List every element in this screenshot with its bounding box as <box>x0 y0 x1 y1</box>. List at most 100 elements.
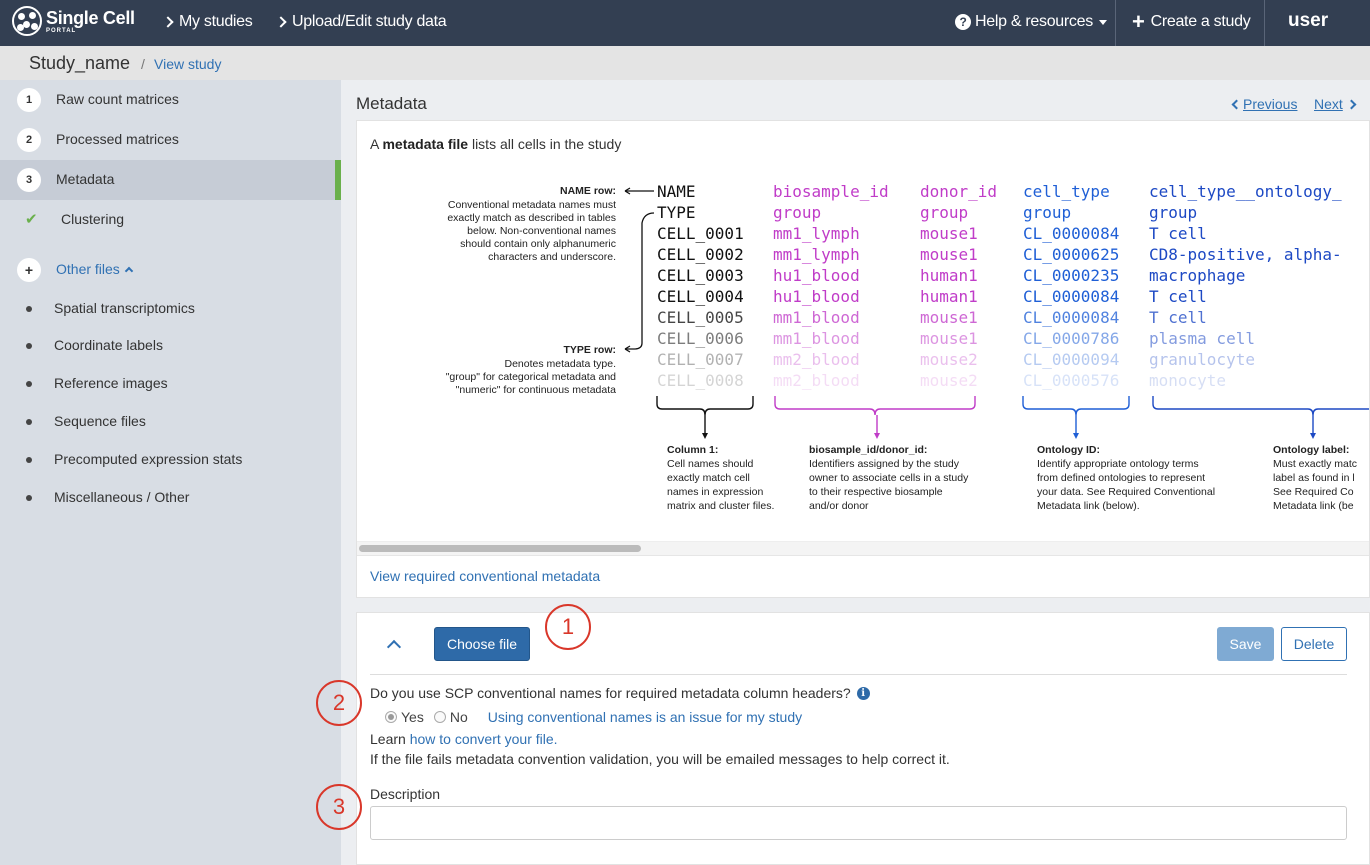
learn-prefix: Learn <box>370 731 410 747</box>
horizontal-scrollbar-thumb[interactable] <box>359 545 641 552</box>
convention-issue-link[interactable]: Using conventional names is an issue for… <box>488 709 802 725</box>
delete-button[interactable]: Delete <box>1281 627 1347 661</box>
diagram-cell: group <box>773 203 821 222</box>
nav-upload-edit-label: Upload/Edit study data <box>292 13 447 30</box>
name-row-desc: Conventional metadata names must <box>448 199 616 211</box>
metadata-file-diagram: NAME row: Conventional metadata names mu… <box>446 182 1369 512</box>
diagram-cell: mm1_blood <box>773 329 860 348</box>
sidebar-item-misc[interactable]: Miscellaneous / Other <box>0 478 341 518</box>
note-line: owner to associate cells in a study <box>809 472 969 484</box>
save-button[interactable]: Save <box>1217 627 1274 661</box>
page-title: Metadata <box>356 94 427 113</box>
top-navbar: Single Cell PORTAL My studies Upload/Edi… <box>0 0 1370 46</box>
diagram-cell: CELL_0003 <box>657 266 744 285</box>
user-menu[interactable]: user <box>1288 10 1328 32</box>
breadcrumb-view-study-link[interactable]: View study <box>154 56 221 72</box>
bullet-icon <box>26 419 32 425</box>
step-number-badge: 2 <box>17 128 41 152</box>
diagram-cell: monocyte <box>1149 371 1226 390</box>
sidebar-step-raw-counts[interactable]: 1 Raw count matrices <box>0 80 341 120</box>
sidebar-item-spatial[interactable]: Spatial transcriptomics <box>0 289 341 329</box>
bullet-icon <box>26 381 32 387</box>
note-line: and/or donor <box>809 500 869 512</box>
convention-radio-group: Yes No Using conventional names is an is… <box>385 709 802 725</box>
sidebar-sub-label: Coordinate labels <box>54 337 163 353</box>
diagram-cell: mouse2 <box>920 350 978 369</box>
nav-my-studies-label: My studies <box>179 13 253 30</box>
diagram-cell: group <box>920 203 968 222</box>
sidebar-step-label: Clustering <box>61 211 125 227</box>
view-required-metadata-link[interactable]: View required conventional metadata <box>370 568 600 584</box>
diagram-cell: CELL_0005 <box>657 308 744 327</box>
callout-marker: 2 <box>316 680 362 726</box>
diagram-cell: mouse2 <box>920 371 978 390</box>
note-ontology-id-title: Ontology ID: <box>1037 444 1100 456</box>
note-column1-title: Column 1: <box>667 444 718 456</box>
diagram-cell: plasma cell <box>1149 329 1255 348</box>
diagram-cell: cell_type <box>1023 182 1110 201</box>
diagram-cell: mouse1 <box>920 308 978 327</box>
nav-help-dropdown[interactable]: ? Help & resources <box>955 13 1107 31</box>
name-row-desc: exactly match as described in tables <box>447 212 616 224</box>
note-line: your data. See Required Conventional <box>1037 486 1215 498</box>
name-row-desc: characters and underscore. <box>488 251 616 263</box>
callout-marker: 1 <box>545 604 591 650</box>
diagram-cell: human1 <box>920 287 978 306</box>
diagram-cell: mouse1 <box>920 224 978 243</box>
note-line: matrix and cluster files. <box>667 500 774 512</box>
main-content: Metadata Previous Next A metadata file l… <box>341 80 1370 865</box>
radio-yes-label[interactable]: Yes <box>401 709 424 725</box>
diagram-cell: mm1_blood <box>773 308 860 327</box>
note-line: See Required Co <box>1273 486 1354 498</box>
diagram-cell: mouse1 <box>920 245 978 264</box>
chevron-up-icon[interactable] <box>386 639 402 655</box>
description-label: Description <box>370 786 441 802</box>
previous-link[interactable]: Previous <box>1231 96 1297 112</box>
note-line: Metadata link (below). <box>1037 500 1140 512</box>
diagram-cell: mouse1 <box>920 329 978 348</box>
convert-file-link[interactable]: how to convert your file. <box>410 731 558 747</box>
radio-yes[interactable] <box>385 711 397 723</box>
diagram-cell: CELL_0008 <box>657 371 744 390</box>
diagram-cell: mm2_blood <box>773 371 860 390</box>
next-label: Next <box>1314 96 1343 112</box>
upload-sidebar: 1 Raw count matrices 2 Processed matrice… <box>0 80 341 865</box>
note-ontology-label-title: Ontology label: <box>1273 444 1349 456</box>
logo-icon <box>12 6 42 36</box>
sidebar-item-sequence-files[interactable]: Sequence files <box>0 402 341 442</box>
sidebar-step-processed-matrices[interactable]: 2 Processed matrices <box>0 120 341 160</box>
nav-upload-edit[interactable]: Upload/Edit study data <box>275 13 447 31</box>
sidebar-step-clustering[interactable]: ✔ Clustering <box>0 200 341 240</box>
type-row-desc: "group" for categorical metadata and <box>446 371 616 383</box>
choose-file-button[interactable]: Choose file <box>434 627 530 661</box>
sidebar-step-metadata[interactable]: 3 Metadata <box>0 160 341 200</box>
learn-text: Learn how to convert your file. <box>370 731 558 747</box>
description-input[interactable] <box>370 806 1347 840</box>
sidebar-sub-label: Reference images <box>54 375 168 391</box>
diagram-cell: mm1_lymph <box>773 245 860 264</box>
nav-my-studies[interactable]: My studies <box>162 13 253 31</box>
plus-icon: + <box>1132 9 1145 34</box>
next-link[interactable]: Next <box>1314 96 1357 112</box>
radio-no[interactable] <box>433 711 446 723</box>
logo-text: Single Cell <box>46 7 135 28</box>
portal-logo[interactable]: Single Cell PORTAL <box>12 6 135 36</box>
sidebar-step-label: Metadata <box>56 171 115 187</box>
radio-no-label[interactable]: No <box>450 709 468 725</box>
note-ids-title: biosample_id/donor_id: <box>809 444 927 456</box>
sidebar-step-label: Processed matrices <box>56 131 179 147</box>
chevron-up-icon <box>124 266 134 275</box>
metadata-info-card: A metadata file lists all cells in the s… <box>356 120 1370 598</box>
sidebar-item-coordinate-labels[interactable]: Coordinate labels <box>0 326 341 366</box>
type-row-title: TYPE row: <box>563 344 616 356</box>
sidebar-item-reference-images[interactable]: Reference images <box>0 364 341 404</box>
caret-down-icon <box>1098 19 1107 25</box>
diagram-cell: macrophage <box>1149 266 1245 285</box>
info-icon[interactable]: i <box>856 686 870 700</box>
sidebar-item-expression-stats[interactable]: Precomputed expression stats <box>0 440 341 480</box>
note-line: Identify appropriate ontology terms <box>1037 458 1199 470</box>
sidebar-other-files-toggle[interactable]: + Other files <box>0 250 341 290</box>
type-row-desc: Denotes metadata type. <box>505 358 617 370</box>
nav-create-study[interactable]: + Create a study <box>1132 9 1251 34</box>
diagram-cell: NAME <box>657 182 696 201</box>
